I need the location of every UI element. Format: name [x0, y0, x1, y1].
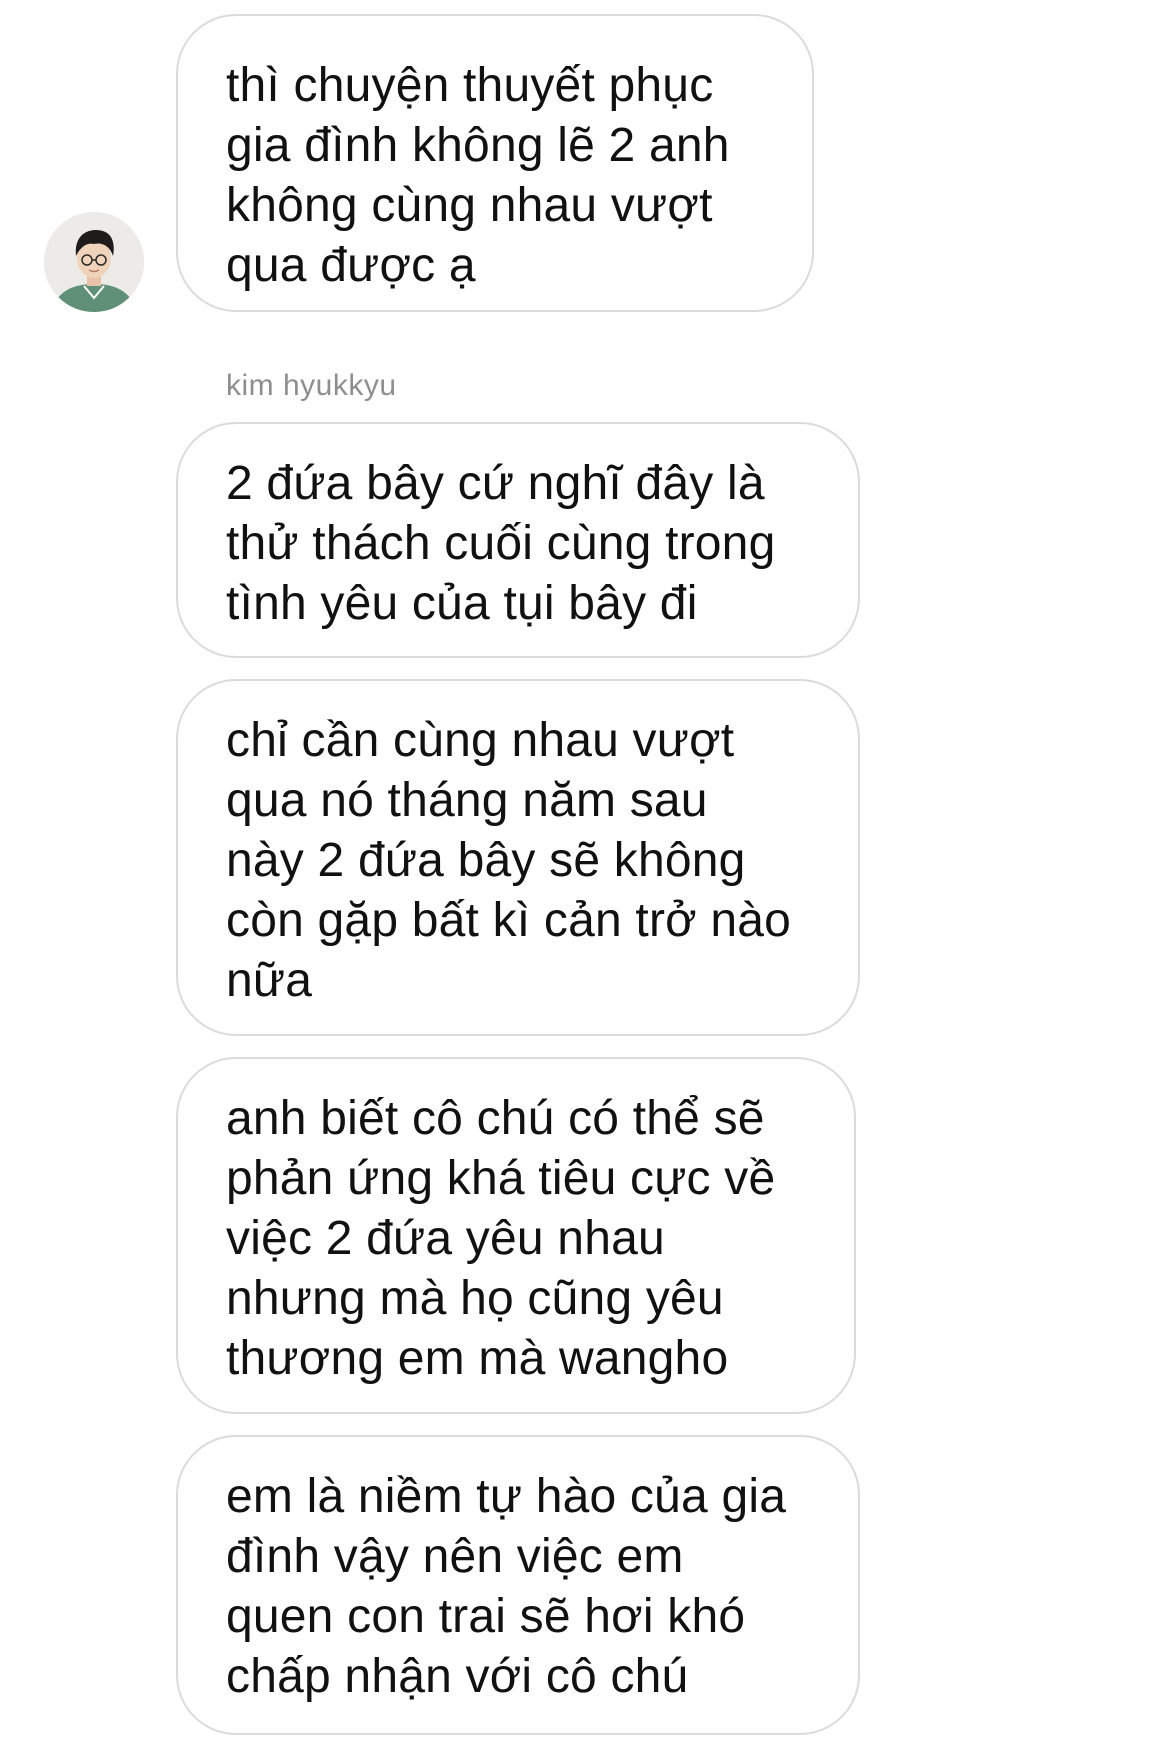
message-line: đình vậy nên việc em — [226, 1530, 684, 1583]
message-bubble[interactable]: chỉ cần cùng nhau vượt qua nó tháng năm … — [176, 679, 860, 1036]
message-line: thử thách cuối cùng trong — [226, 517, 776, 570]
message-line: gia đình không lẽ 2 anh — [226, 119, 730, 172]
sender-name: kim hyukkyu — [226, 369, 397, 402]
message-line: này 2 đứa bây sẽ không — [226, 834, 746, 887]
message-line: tình yêu của tụi bây đi — [226, 577, 698, 630]
message-bubble[interactable]: 2 đứa bây cứ nghĩ đây là thử thách cuối … — [176, 422, 860, 658]
message-line: thì chuyện thuyết phục — [226, 59, 714, 112]
message-line: qua nó tháng năm sau — [226, 774, 708, 827]
message-line: chấp nhận với cô chú — [226, 1650, 689, 1703]
message-bubble[interactable]: thì chuyện thuyết phục gia đình không lẽ… — [176, 14, 814, 312]
message-line: anh biết cô chú có thể sẽ — [226, 1092, 765, 1145]
message-bubble[interactable]: em là niềm tự hào của gia đình vậy nên v… — [176, 1435, 860, 1735]
message-line: chỉ cần cùng nhau vượt — [226, 714, 735, 767]
message-line: phản ứng khá tiêu cực về — [226, 1152, 776, 1205]
profile-photo-icon — [44, 212, 144, 312]
message-bubble[interactable]: anh biết cô chú có thể sẽ phản ứng khá t… — [176, 1057, 856, 1414]
message-line: nhưng mà họ cũng yêu — [226, 1272, 724, 1325]
message-line: không cùng nhau vượt — [226, 179, 713, 232]
message-line: việc 2 đứa yêu nhau — [226, 1212, 665, 1265]
message-line: còn gặp bất kì cản trở nào — [226, 894, 792, 947]
message-line: nữa — [226, 954, 313, 1007]
message-line: qua được ạ — [226, 239, 476, 292]
avatar[interactable] — [44, 212, 144, 312]
message-line: em là niềm tự hào của gia — [226, 1470, 787, 1523]
message-line: quen con trai sẽ hơi khó — [226, 1590, 746, 1643]
message-line: 2 đứa bây cứ nghĩ đây là — [226, 457, 765, 510]
message-thread: thì chuyện thuyết phục gia đình không lẽ… — [0, 0, 1170, 1745]
message-line: thương em mà wangho — [226, 1332, 729, 1385]
